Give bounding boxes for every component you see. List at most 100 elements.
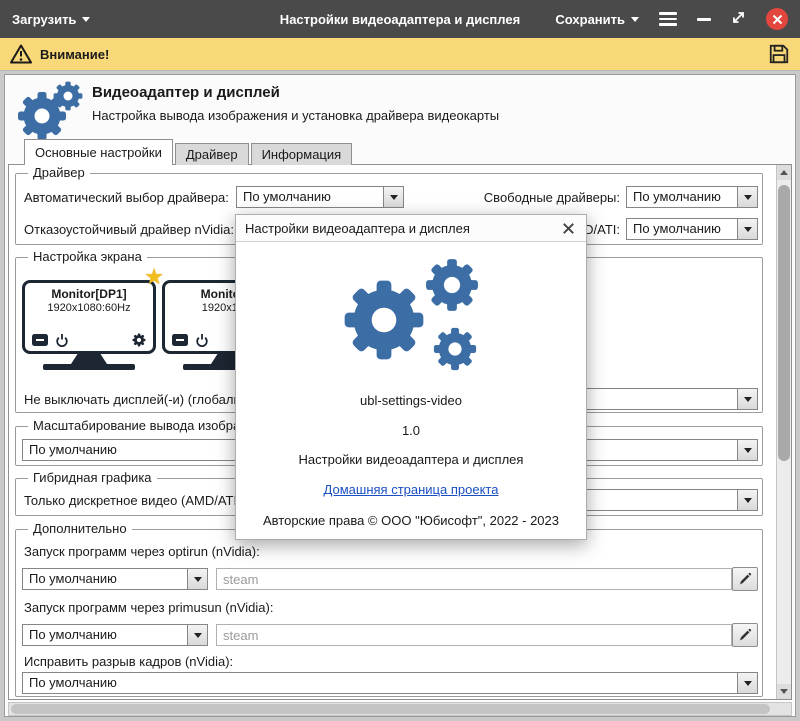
scrollbar-thumb[interactable] [778,185,790,461]
optirun-label: Запуск программ через optirun (nVidia): [24,544,260,559]
vertical-scrollbar[interactable] [776,165,791,699]
app-window: Загрузить Настройки видеоадаптера и дисп… [0,0,800,721]
tab-main-settings[interactable]: Основные настройки [24,139,173,165]
free-drivers-label: Свободные драйверы: [484,190,620,205]
chevron-down-icon [194,633,202,638]
monitor-name: Monitor[DP1] [25,287,153,301]
save-button-label: Сохранить [555,12,625,27]
app-version: 1.0 [236,423,586,438]
close-button[interactable] [766,8,788,30]
optirun-combobox[interactable]: По умолчанию [22,568,208,590]
app-name: ubl-settings-video [236,393,586,408]
optirun-program-input[interactable] [216,568,732,590]
titlebar: Загрузить Настройки видеоадаптера и дисп… [0,0,800,38]
display-toggle-icon[interactable] [32,334,48,346]
gear-icon [132,333,146,347]
monitor-card-1[interactable]: Monitor[DP1] 1920x1080:60Hz [22,280,156,370]
warning-bar: Внимание! [0,38,800,71]
triangle-down-icon [780,689,788,694]
tab-info[interactable]: Информация [251,143,353,165]
group-extra: Дополнительно Запуск программ через opti… [15,529,763,697]
monitor-mode: 1920x1080:60Hz [25,302,153,314]
display-toggle-icon[interactable] [172,334,188,346]
load-button[interactable]: Загрузить [12,12,90,27]
app-description: Настройки видеоадаптера и дисплея [236,452,586,467]
combobox-arrow-button[interactable] [737,389,757,409]
menu-button[interactable] [659,12,677,26]
page-title: Видеоадаптер и дисплей [92,84,280,101]
monitor-settings-button[interactable] [132,333,146,347]
primusrun-label: Запуск программ через primusun (nVidia): [24,600,273,615]
warning-text: Внимание! [40,47,109,62]
free-drivers-combobox[interactable]: По умолчанию [626,186,758,208]
optirun-edit-button[interactable] [732,567,758,591]
driver-auto-select-label: Автоматический выбор драйвера: [24,190,229,205]
combobox-arrow-button[interactable] [737,673,757,693]
primusrun-combobox[interactable]: По умолчанию [22,624,208,646]
tearing-fix-label: Исправить разрыв кадров (nVidia): [24,654,233,669]
horizontal-scrollbar[interactable] [8,702,792,716]
scroll-down-button[interactable] [777,684,791,699]
app-icon [14,80,84,143]
maximize-button[interactable] [731,10,746,28]
chevron-down-icon [631,17,639,22]
tab-bar: Основные настройки Драйвер Информация [24,139,354,165]
chevron-down-icon [744,448,752,453]
dialog-title: Настройки видеоадаптера и дисплея [245,221,470,236]
group-hybrid-legend: Гибридная графика [28,470,157,486]
primusrun-edit-button[interactable] [732,623,758,647]
primusrun-program-input[interactable] [216,624,732,646]
save-config-button[interactable] [768,43,790,65]
chevron-down-icon [744,195,752,200]
window-title: Настройки видеоадаптера и дисплея [280,12,520,27]
dialog-close-button[interactable] [560,220,577,237]
chevron-down-icon [744,498,752,503]
chevron-down-icon [744,681,752,686]
homepage-link[interactable]: Домашняя страница проекта [324,482,499,497]
monitor-base [43,364,135,370]
combobox-arrow-button[interactable] [737,219,757,239]
close-icon [562,222,575,235]
monitor-screen: Monitor[DP1] 1920x1080:60Hz [22,280,156,354]
warning-icon [10,44,32,64]
dialog-body: ubl-settings-video 1.0 Настройки видеоад… [236,242,586,528]
discrete-video-label: Только дискретное видео (AMD/ATI [24,493,237,508]
tearing-fix-combobox[interactable]: По умолчанию [22,672,758,694]
chevron-down-icon [82,17,90,22]
combobox-arrow-button[interactable] [187,625,207,645]
group-scaling-legend: Масштабирование вывода изображ [28,418,254,434]
amd-ati-combobox[interactable]: По умолчанию [626,218,758,240]
load-button-label: Загрузить [12,12,76,27]
scroll-up-button[interactable] [777,165,791,180]
power-icon[interactable] [55,333,69,347]
page-subtitle: Настройка вывода изображения и установка… [92,108,499,123]
chevron-down-icon [390,195,398,200]
chevron-down-icon [744,397,752,402]
combobox-arrow-button[interactable] [383,187,403,207]
scrollbar-thumb[interactable] [11,704,770,714]
about-gears-icon [324,254,499,376]
driver-auto-select-combobox[interactable]: По умолчанию [236,186,404,208]
combobox-arrow-button[interactable] [737,440,757,460]
group-screen-legend: Настройка экрана [28,249,147,265]
combobox-arrow-button[interactable] [737,187,757,207]
group-driver-legend: Драйвер [28,165,90,181]
tab-driver[interactable]: Драйвер [175,143,249,165]
triangle-up-icon [780,170,788,175]
pencil-icon [738,628,752,642]
failsafe-driver-label: Отказоустойчивый драйвер nVidia: [24,222,234,237]
monitor-stand [71,354,107,364]
expand-icon [731,10,746,25]
minimize-button[interactable] [697,18,711,21]
power-icon[interactable] [195,333,209,347]
copyright-text: Авторские права © ООО "Юбисофт", 2022 - … [236,513,586,528]
save-button[interactable]: Сохранить [555,12,639,27]
dialog-titlebar: Настройки видеоадаптера и дисплея [236,215,586,242]
keep-display-on-label: Не выключать дисплей(-и) (глобаль [24,392,240,407]
group-extra-legend: Дополнительно [28,521,132,537]
pencil-icon [738,572,752,586]
combobox-arrow-button[interactable] [187,569,207,589]
floppy-icon [768,43,790,65]
combobox-arrow-button[interactable] [737,490,757,510]
about-dialog: Настройки видеоадаптера и дисплея ubl-se… [235,214,587,540]
